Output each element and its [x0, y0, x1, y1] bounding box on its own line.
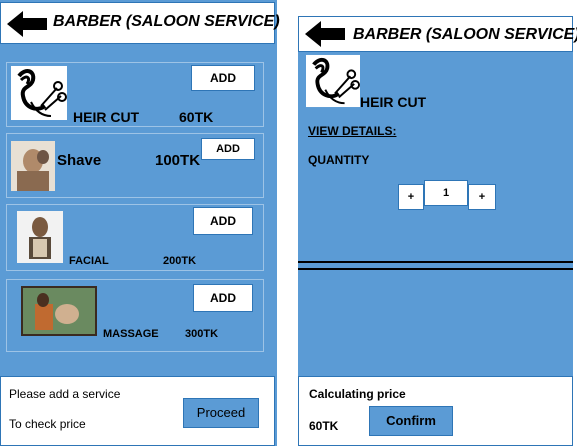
service-name: MASSAGE: [103, 328, 159, 340]
service-name: HEIR CUT: [360, 94, 427, 110]
proceed-button[interactable]: Proceed: [183, 398, 259, 428]
facial-photo: [17, 211, 63, 263]
total-price: 60TK: [309, 419, 339, 433]
view-details-link[interactable]: VIEW DETAILS:: [308, 124, 396, 138]
service-name: FACIAL: [69, 255, 109, 267]
service-price: 60TK: [179, 109, 214, 125]
service-name: Shave: [57, 152, 102, 169]
haircut-icon: [11, 66, 67, 120]
service-card-shave[interactable]: Shave 100TK ADD: [6, 133, 264, 198]
add-button[interactable]: ADD: [193, 207, 253, 235]
divider-line: [298, 268, 573, 270]
add-button[interactable]: ADD: [191, 65, 255, 91]
confirm-button[interactable]: Confirm: [369, 406, 453, 436]
header-bar: BARBER (SALOON SERVICE): [298, 16, 577, 52]
service-detail-screen: BARBER (SALOON SERVICE) HEIR CUT VIEW DE…: [298, 16, 577, 446]
massage-photo: [21, 286, 97, 336]
quantity-stepper: + 1 +: [398, 180, 500, 210]
service-list-screen: BARBER (SALOON SERVICE) HEIR CUT 60TK AD…: [0, 0, 280, 446]
service-name: HEIR CUT: [73, 109, 140, 125]
add-button[interactable]: ADD: [193, 284, 253, 312]
service-price: 300TK: [185, 328, 219, 340]
divider-line: [298, 261, 573, 263]
shave-photo: [11, 141, 55, 191]
quantity-label: QUANTITY: [308, 153, 370, 167]
service-price: 100TK: [155, 152, 201, 169]
footer-panel: Calculating price 60TK Confirm: [298, 376, 573, 446]
service-card-facial[interactable]: FACIAL 200TK ADD: [6, 204, 264, 271]
service-card-haircut[interactable]: HEIR CUT 60TK ADD: [6, 62, 264, 127]
footer-hint-line1: Please add a service: [9, 387, 121, 401]
back-arrow-icon[interactable]: [7, 11, 47, 37]
calculating-price-label: Calculating price: [309, 387, 406, 401]
header-bar: BARBER (SALOON SERVICE): [0, 2, 280, 44]
footer-hint-line2: To check price: [9, 417, 86, 431]
quantity-value[interactable]: 1: [424, 180, 468, 206]
footer-panel: Please add a service To check price Proc…: [0, 376, 275, 446]
page-title: BARBER (SALOON SERVICE): [353, 26, 577, 43]
service-card-massage[interactable]: MASSAGE 300TK ADD: [6, 279, 264, 352]
service-price: 200TK: [163, 255, 197, 267]
page-title: BARBER (SALOON SERVICE): [53, 13, 280, 30]
decrement-button[interactable]: +: [398, 184, 424, 210]
haircut-icon: [306, 54, 360, 108]
increment-button[interactable]: +: [468, 184, 496, 210]
back-arrow-icon[interactable]: [305, 21, 345, 47]
add-button[interactable]: ADD: [201, 138, 255, 160]
